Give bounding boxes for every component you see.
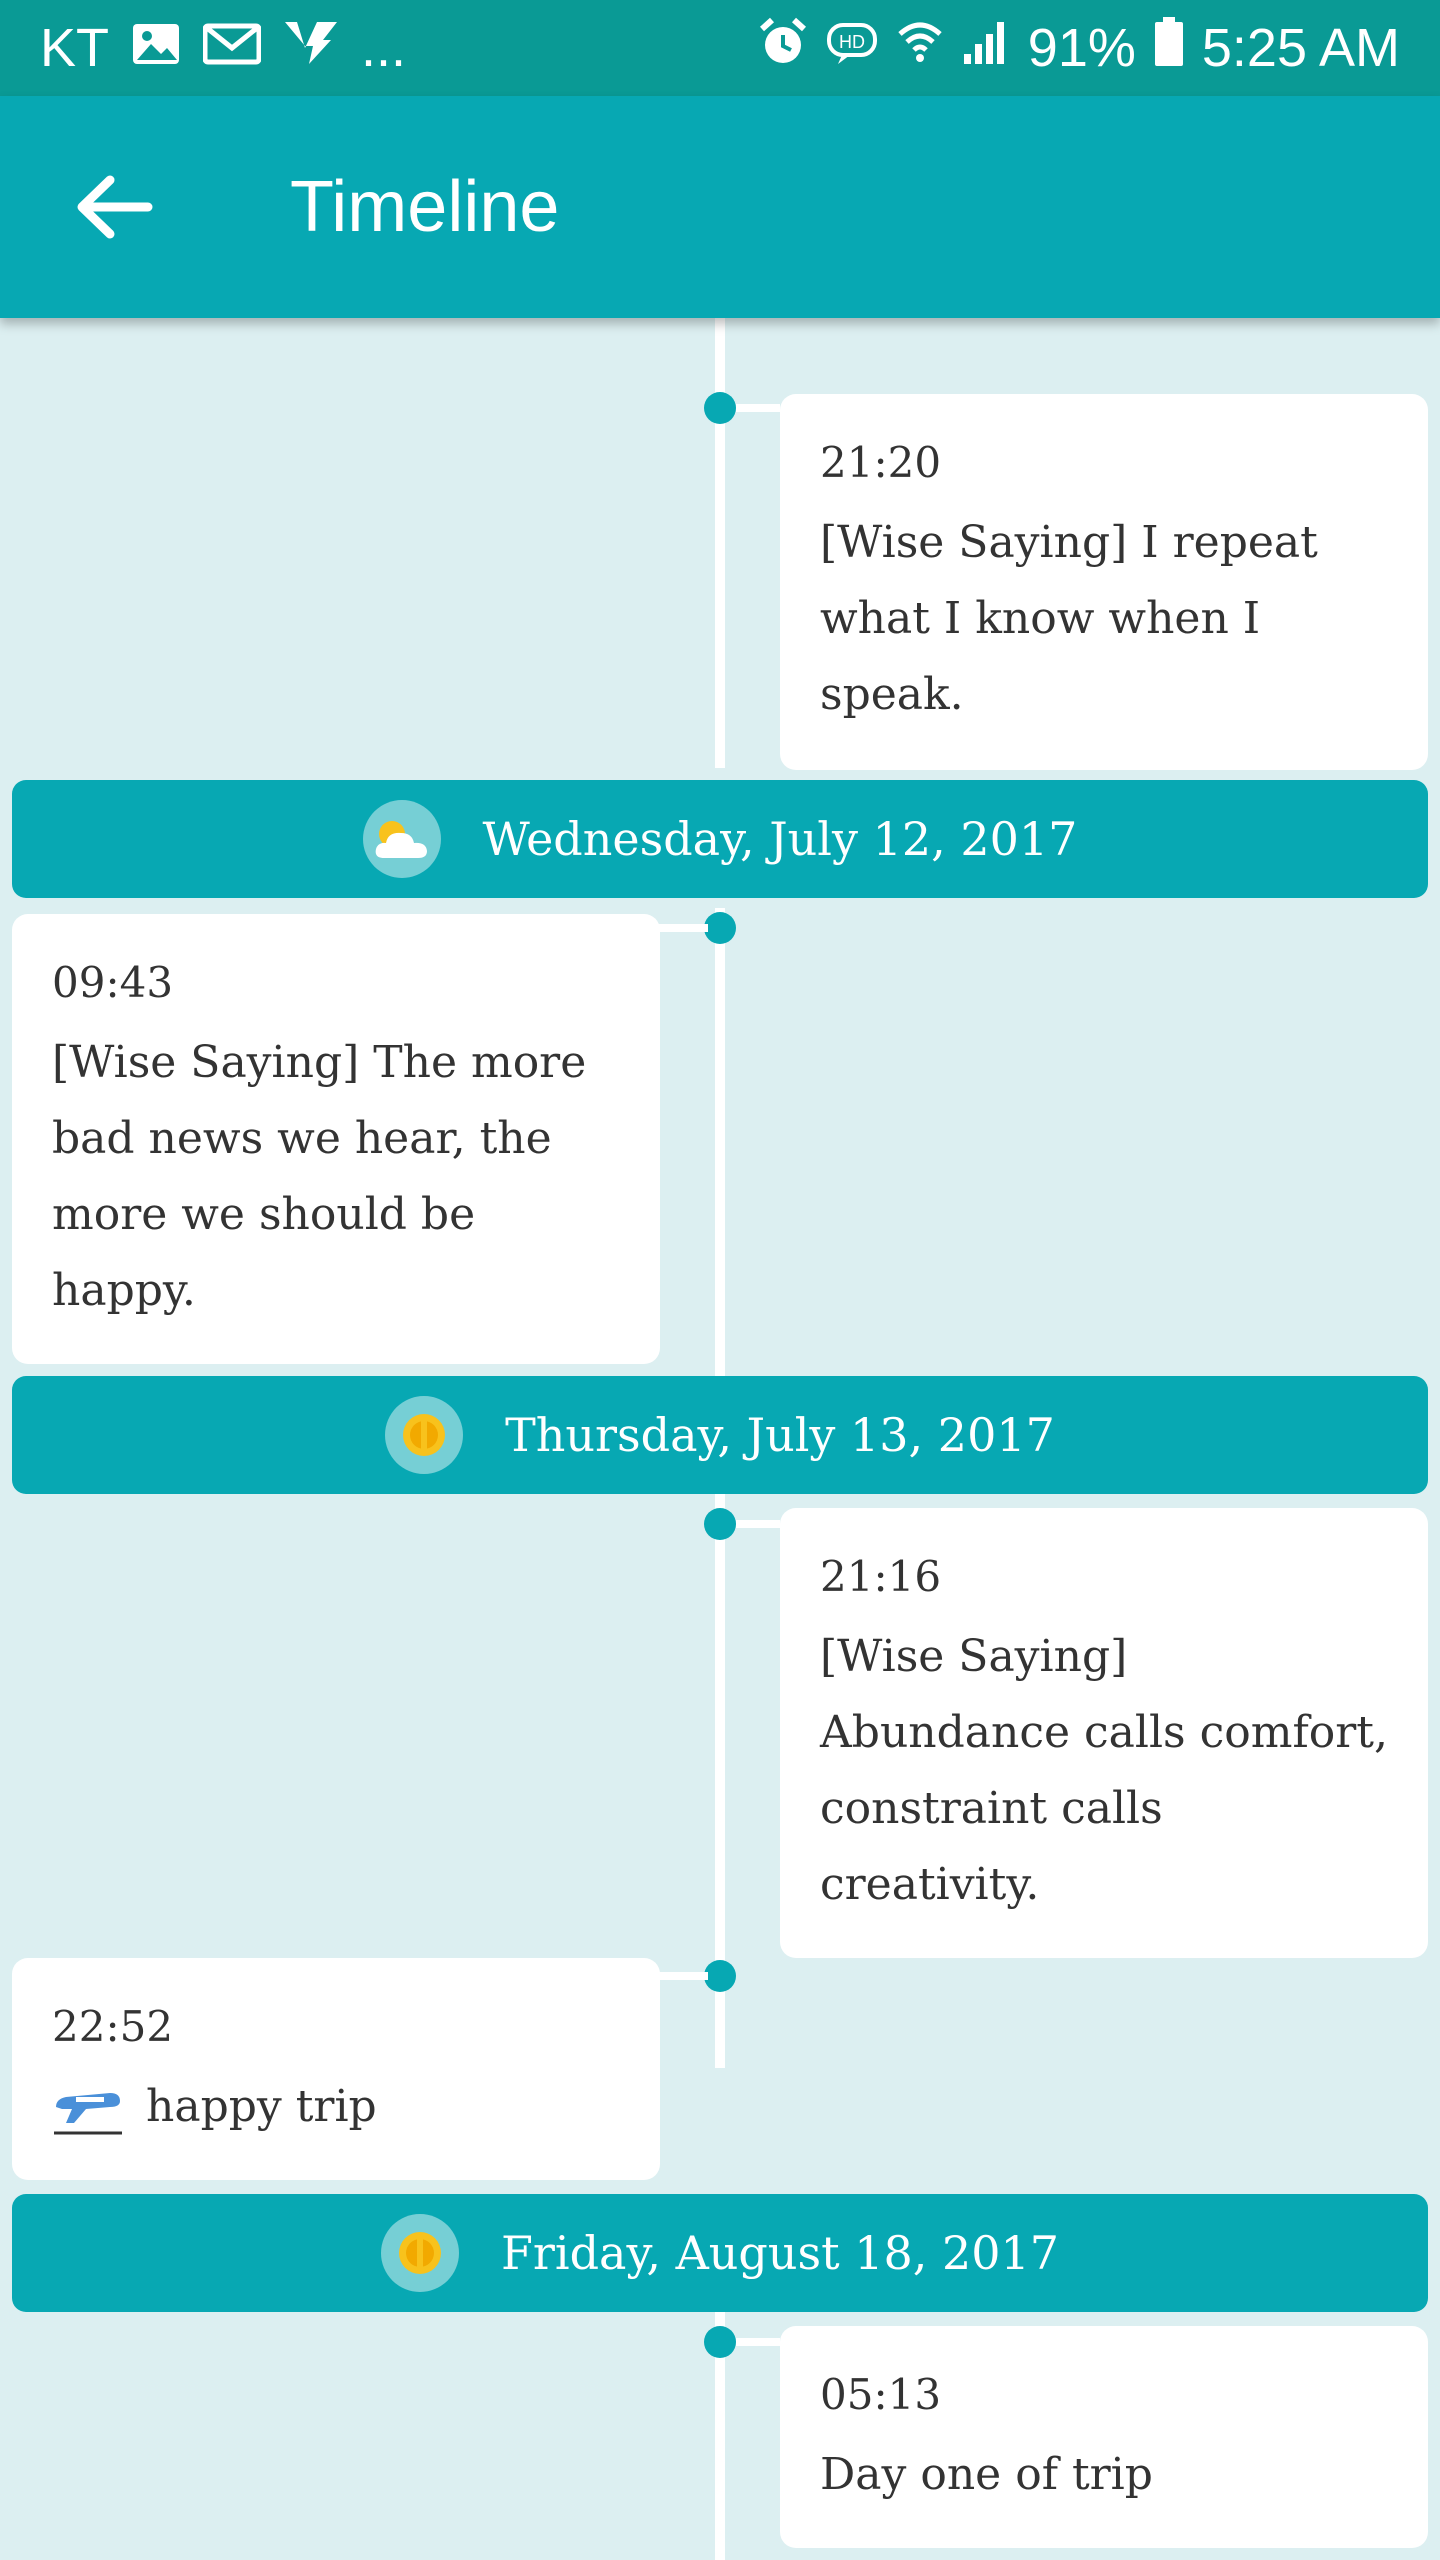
sun-icon: [380, 2214, 459, 2292]
date-label: Wednesday, July 12, 2017: [482, 812, 1078, 866]
entry-time: 22:52: [52, 2002, 174, 2051]
entry-time: 05:13: [820, 2370, 942, 2419]
gallery-icon: [131, 17, 181, 79]
timeline: 21:20 [Wise Saying] I repeat what I know…: [0, 118, 1440, 2560]
sun-icon: [385, 1396, 464, 1474]
airplane-icon: [54, 2093, 122, 2135]
entry-time: 21:16: [820, 1552, 942, 1601]
timeline-connector: [736, 1520, 780, 1528]
battery-percent: 91%: [1027, 18, 1136, 78]
entry-text: [Wise Saying] I repeat what I know when …: [820, 517, 1318, 720]
wifi-icon: [896, 17, 944, 79]
date-header: Friday, August 18, 2017: [12, 2194, 1428, 2312]
signal-icon: [962, 17, 1010, 79]
status-bar: KT ... HD 91% 5:25 AM: [0, 0, 1440, 96]
entry-text: [Wise Saying] The more bad news we hear,…: [52, 1037, 587, 1316]
arrow-back-icon: [77, 175, 153, 239]
mail-icon: [202, 17, 262, 79]
timeline-connector: [658, 924, 708, 932]
hd-icon: HD: [826, 17, 878, 79]
entry-card[interactable]: 05:13 Day one of trip: [780, 2326, 1428, 2548]
timeline-dot: [704, 2326, 736, 2358]
more-notifications: ...: [361, 18, 407, 78]
partly-cloudy-icon: [362, 800, 441, 878]
entry-text: happy trip: [146, 2081, 377, 2132]
date-header: Thursday, July 13, 2017: [12, 1376, 1428, 1494]
app-bar: Timeline: [0, 96, 1440, 318]
page-title: Timeline: [290, 167, 560, 247]
svg-text:HD: HD: [839, 32, 865, 52]
battery-icon: [1154, 16, 1184, 80]
entry-time: 21:20: [820, 438, 942, 487]
date-label: Friday, August 18, 2017: [500, 2226, 1060, 2280]
timeline-dot: [704, 912, 736, 944]
entry-text: Day one of trip: [820, 2449, 1153, 2500]
timeline-connector: [736, 404, 780, 412]
entry-text: [Wise Saying] Abundance calls comfort, c…: [820, 1631, 1388, 1910]
back-button[interactable]: [70, 162, 160, 252]
timeline-connector: [658, 1972, 708, 1980]
timeline-dot: [704, 1508, 736, 1540]
date-header: Wednesday, July 12, 2017: [12, 780, 1428, 898]
entry-card[interactable]: 09:43 [Wise Saying] The more bad news we…: [12, 914, 660, 1364]
entry-body: happy trip: [52, 2069, 620, 2145]
timeline-line: [715, 318, 725, 768]
carrier-label: KT: [40, 18, 110, 78]
entry-card[interactable]: 22:52 happy trip: [12, 1958, 660, 2180]
entry-card[interactable]: 21:20 [Wise Saying] I repeat what I know…: [780, 394, 1428, 770]
alarm-icon: [758, 17, 808, 80]
clock: 5:25 AM: [1201, 18, 1400, 78]
timeline-connector: [736, 2338, 780, 2346]
date-label: Thursday, July 13, 2017: [505, 1408, 1055, 1462]
timeline-dot: [704, 1960, 736, 1992]
app-notification-icon: [283, 17, 339, 79]
entry-card[interactable]: 21:16 [Wise Saying] Abundance calls comf…: [780, 1508, 1428, 1958]
timeline-dot: [704, 392, 736, 424]
entry-time: 09:43: [52, 958, 174, 1007]
